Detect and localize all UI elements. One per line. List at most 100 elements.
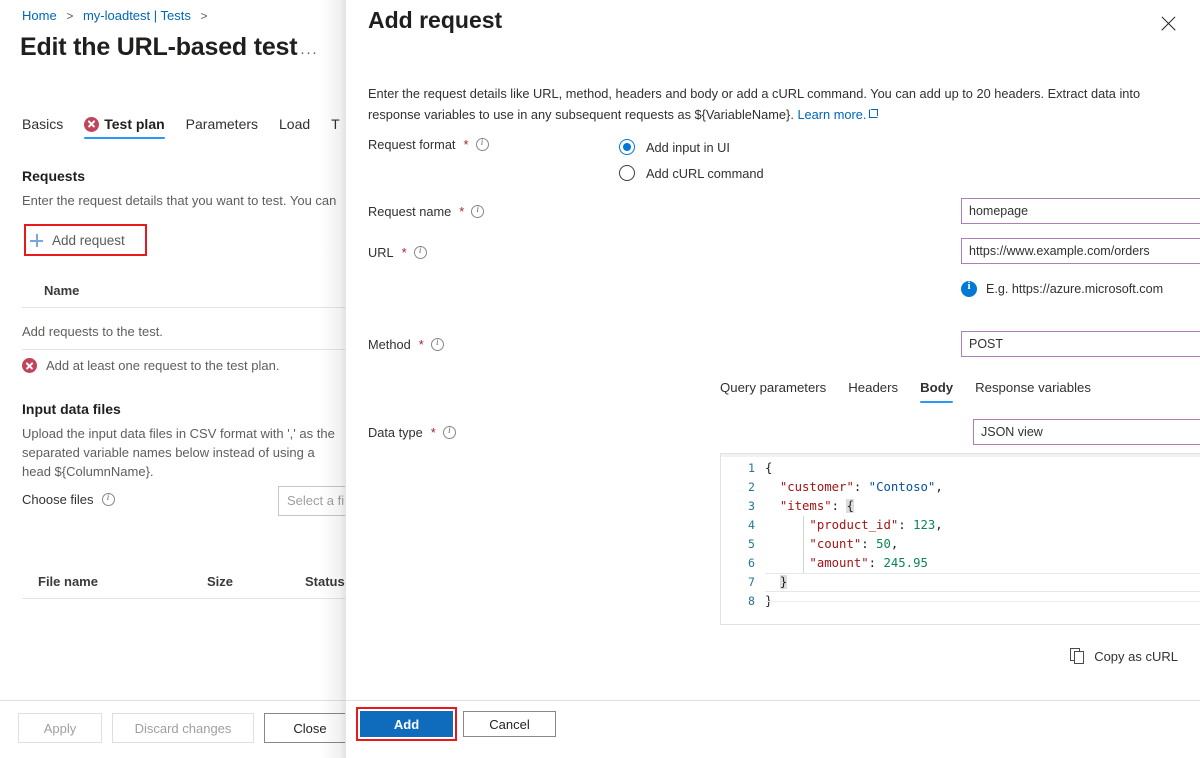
tab-response-variables[interactable]: Response variables — [975, 380, 1091, 403]
method-value: POST — [969, 337, 1003, 351]
tab-test-plan-label: Test plan — [104, 116, 164, 132]
info-icon[interactable] — [102, 493, 115, 506]
data-type-value: JSON view — [981, 425, 1043, 439]
add-request-button[interactable]: Add request — [30, 230, 142, 251]
add-request-label: Add request — [52, 233, 125, 248]
tab-body[interactable]: Body — [920, 380, 953, 403]
editor-line-number: 5 — [721, 535, 765, 554]
external-link-icon — [869, 109, 878, 118]
edit-test-blade: Home > my-loadtest | Tests > Edit the UR… — [0, 0, 345, 758]
learn-more-link[interactable]: Learn more. — [797, 107, 866, 122]
method-label: Method — [368, 337, 411, 352]
editor-line-text: } — [765, 573, 1200, 592]
request-name-label: Request name — [368, 204, 451, 219]
blade-footer: Apply Discard changes Close — [0, 700, 345, 758]
request-name-label-row: Request name * — [368, 204, 484, 219]
tab-headers[interactable]: Headers — [848, 380, 898, 403]
breadcrumb-item-loadtest[interactable]: my-loadtest | Tests — [83, 8, 191, 23]
editor-code[interactable]: 1{2 "customer": "Contoso",3 "items": {4 … — [721, 459, 1200, 611]
editor-line-number: 3 — [721, 497, 765, 516]
requests-error-text: Add at least one request to the test pla… — [46, 358, 279, 373]
tab-parameters[interactable]: Parameters — [186, 116, 258, 139]
editor-line: 4 "product_id": 123, — [721, 516, 1200, 535]
url-label: URL — [368, 245, 394, 260]
request-format-radio-group: Add input in UI Add cURL command — [619, 136, 764, 188]
tab-query-parameters[interactable]: Query parameters — [720, 380, 826, 403]
add-button[interactable]: Add — [360, 711, 453, 737]
required-marker: * — [431, 425, 436, 440]
info-icon[interactable] — [471, 205, 484, 218]
method-select[interactable]: POST — [961, 331, 1200, 357]
editor-line: 5 "count": 50, — [721, 535, 1200, 554]
requests-error-row: Add at least one request to the test pla… — [22, 358, 279, 373]
request-name-input[interactable]: homepage — [961, 198, 1200, 224]
divider-2 — [22, 349, 345, 350]
info-icon[interactable] — [476, 138, 489, 151]
data-type-label-row: Data type * — [368, 425, 456, 440]
tab-load[interactable]: Load — [279, 116, 310, 139]
tab-headers-label: Headers — [848, 380, 898, 395]
choose-files-row: Choose files — [22, 492, 115, 507]
add-request-panel: Add request Enter the request details li… — [345, 0, 1200, 758]
copy-as-curl-label: Copy as cURL — [1094, 649, 1178, 664]
editor-indent-guide — [803, 516, 804, 535]
url-input[interactable]: https://www.example.com/orders — [961, 238, 1200, 264]
editor-line-text: "customer": "Contoso", — [765, 478, 1200, 497]
data-type-label: Data type — [368, 425, 423, 440]
divider-3 — [22, 598, 345, 599]
breadcrumb-separator: > — [66, 9, 73, 23]
tab-test-plan[interactable]: Test plan — [84, 116, 164, 139]
plus-icon — [30, 234, 43, 247]
editor-indent-guide — [803, 554, 804, 573]
panel-title: Add request — [368, 7, 502, 34]
radio-add-input-in-ui[interactable]: Add input in UI — [619, 136, 764, 158]
editor-bottom-rule — [765, 601, 1200, 602]
editor-line-number: 4 — [721, 516, 765, 535]
file-select-input[interactable]: Select a fil — [278, 486, 345, 516]
panel-footer: Add Cancel — [346, 700, 1200, 758]
url-hint-text: E.g. https://azure.microsoft.com — [986, 282, 1163, 296]
editor-line-text: "items": { — [765, 497, 1200, 516]
discard-changes-button[interactable]: Discard changes — [112, 713, 254, 743]
editor-indent-guide — [803, 535, 804, 554]
info-icon[interactable] — [443, 426, 456, 439]
required-marker: * — [402, 245, 407, 260]
editor-line-number: 1 — [721, 459, 765, 478]
tab-basics-label: Basics — [22, 116, 63, 132]
tab-body-label: Body — [920, 380, 953, 395]
info-icon[interactable] — [414, 246, 427, 259]
editor-line: 3 "items": { — [721, 497, 1200, 516]
choose-files-label: Choose files — [22, 492, 94, 507]
radio-selected-icon — [619, 139, 635, 155]
url-value: https://www.example.com/orders — [969, 244, 1150, 258]
error-icon — [22, 358, 37, 373]
files-column-file-name: File name — [38, 574, 98, 589]
copy-as-curl-button[interactable]: Copy as cURL — [1070, 648, 1178, 665]
info-icon[interactable] — [431, 338, 444, 351]
radio-add-curl-command[interactable]: Add cURL command — [619, 162, 764, 184]
editor-line-text: "amount": 245.95 — [765, 554, 1200, 573]
requests-column-name: Name — [44, 283, 79, 298]
method-label-row: Method * — [368, 337, 444, 352]
close-icon[interactable] — [1158, 13, 1180, 35]
tab-basics[interactable]: Basics — [22, 116, 63, 139]
editor-line-number: 6 — [721, 554, 765, 573]
editor-line-text: "product_id": 123, — [765, 516, 1200, 535]
required-marker: * — [419, 337, 424, 352]
more-options-button[interactable]: ··· — [300, 44, 318, 61]
request-body-editor[interactable]: 1{2 "customer": "Contoso",3 "items": {4 … — [720, 453, 1200, 625]
requests-description: Enter the request details that you want … — [22, 191, 345, 210]
tab-query-parameters-label: Query parameters — [720, 380, 826, 395]
screen-root: Home > my-loadtest | Tests > Edit the UR… — [0, 0, 1200, 758]
breadcrumb-item-home[interactable]: Home — [22, 8, 57, 23]
copy-icon — [1070, 648, 1086, 665]
tab-load-label: Load — [279, 116, 310, 132]
editor-line-text: { — [765, 459, 1200, 478]
close-button[interactable]: Close — [264, 713, 345, 743]
data-type-select[interactable]: JSON view — [973, 419, 1200, 445]
cancel-button[interactable]: Cancel — [463, 711, 556, 737]
blade-tabs: Basics Test plan Parameters Load T — [22, 116, 340, 139]
apply-button[interactable]: Apply — [18, 713, 102, 743]
tab-response-variables-label: Response variables — [975, 380, 1091, 395]
tab-test-criteria[interactable]: T — [331, 116, 340, 139]
